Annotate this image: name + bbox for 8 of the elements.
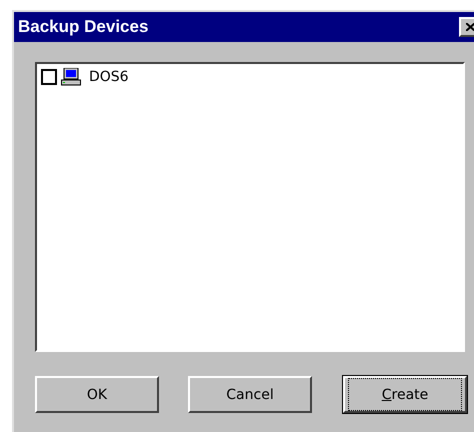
device-label[interactable]: DOS6 bbox=[89, 69, 129, 85]
dialog-button[interactable]: Create bbox=[343, 376, 467, 413]
checkbox[interactable] bbox=[41, 69, 57, 85]
window-title: Backup Devices bbox=[18, 17, 148, 37]
dialog-button[interactable]: OK bbox=[35, 376, 159, 413]
close-icon bbox=[466, 23, 474, 31]
computer-icon bbox=[61, 68, 81, 86]
dialog-button[interactable]: Cancel bbox=[188, 376, 312, 413]
